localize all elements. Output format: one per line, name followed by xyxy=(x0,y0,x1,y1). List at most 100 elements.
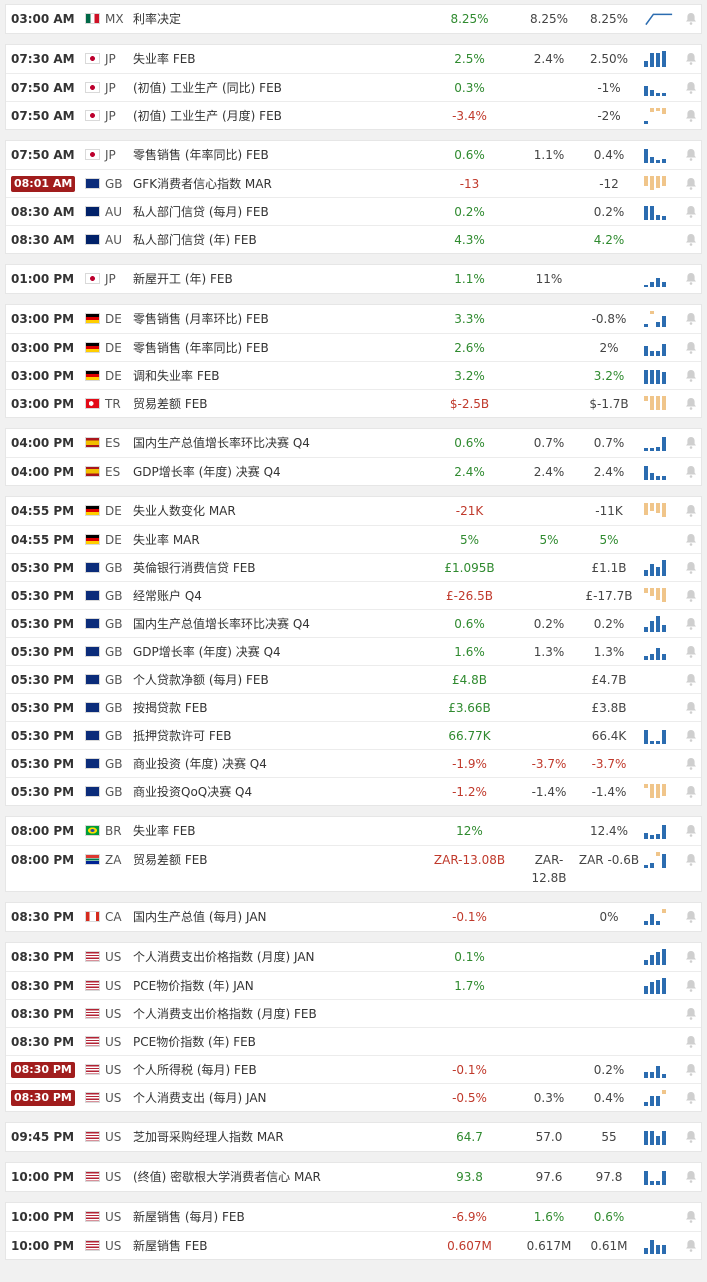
event-row[interactable]: 08:30 PM CA 国内生产总值 (每月) JAN -0.1% 0% xyxy=(6,903,701,931)
event-row[interactable]: 05:30 PM GB 个人贷款净额 (每月) FEB £4.8B £4.7B xyxy=(6,665,701,693)
history-minichart[interactable] xyxy=(644,1169,674,1185)
history-minichart[interactable] xyxy=(644,949,674,965)
event-name[interactable]: 抵押贷款许可 FEB xyxy=(133,722,232,750)
event-name[interactable]: 新屋销售 FEB xyxy=(133,1232,208,1260)
event-row[interactable]: 08:30 PM US 个人所得税 (每月) FEB -0.1% 0.2% xyxy=(6,1055,701,1083)
event-row[interactable]: 04:00 PM ES 国内生产总值增长率环比决赛 Q4 0.6% 0.7% 0.7% xyxy=(6,429,701,457)
history-minichart[interactable] xyxy=(644,340,674,356)
bell-icon[interactable] xyxy=(684,81,698,95)
bell-icon[interactable] xyxy=(684,177,698,191)
history-minichart[interactable] xyxy=(644,396,674,412)
event-row[interactable]: 10:00 PM US 新屋销售 (每月) FEB -6.9% 1.6% 0.6% xyxy=(6,1203,701,1231)
event-name[interactable]: 利率决定 xyxy=(133,5,181,33)
event-name[interactable]: PCE物价指数 (年) JAN xyxy=(133,972,254,1000)
bell-icon[interactable] xyxy=(684,561,698,575)
history-minichart[interactable] xyxy=(644,978,674,994)
event-name[interactable]: 失业率 FEB xyxy=(133,817,196,845)
bell-icon[interactable] xyxy=(684,504,698,518)
event-name[interactable]: (初值) 工业生产 (月度) FEB xyxy=(133,102,282,130)
history-minichart[interactable] xyxy=(644,588,674,604)
history-minichart[interactable] xyxy=(644,728,674,744)
event-name[interactable]: 失业率 MAR xyxy=(133,526,200,554)
event-row[interactable]: 07:50 AM JP (初值) 工业生产 (月度) FEB -3.4% -2% xyxy=(6,101,701,129)
bell-icon[interactable] xyxy=(684,824,698,838)
event-row[interactable]: 08:00 PM ZA 贸易差额 FEB ZAR-13.08B ZAR-12.8B ZAR… xyxy=(6,845,701,891)
bell-icon[interactable] xyxy=(684,148,698,162)
event-row[interactable]: 04:00 PM ES GDP增长率 (年度) 决赛 Q4 2.4% 2.4% 2.4% xyxy=(6,457,701,485)
history-minichart[interactable] xyxy=(644,435,674,451)
bell-icon[interactable] xyxy=(684,272,698,286)
event-row[interactable]: 03:00 PM DE 调和失业率 FEB 3.2% 3.2% xyxy=(6,361,701,389)
bell-icon[interactable] xyxy=(684,757,698,771)
event-row[interactable]: 03:00 PM DE 零售销售 (年率同比) FEB 2.6% 2% xyxy=(6,333,701,361)
event-row[interactable]: 03:00 AM MX 利率决定 8.25% 8.25% 8.25% xyxy=(6,5,701,33)
bell-icon[interactable] xyxy=(684,979,698,993)
event-name[interactable]: PCE物价指数 (年) FEB xyxy=(133,1028,256,1056)
event-name[interactable]: 国内生产总值增长率环比决赛 Q4 xyxy=(133,610,310,638)
history-minichart[interactable] xyxy=(644,176,674,192)
history-minichart[interactable] xyxy=(644,1238,674,1254)
event-row[interactable]: 05:30 PM GB 英倫银行消费信贷 FEB £1.095B £1.1B xyxy=(6,553,701,581)
event-name[interactable]: (终值) 密歇根大学消费者信心 MAR xyxy=(133,1163,321,1191)
event-name[interactable]: 芝加哥采购经理人指数 MAR xyxy=(133,1123,284,1151)
bell-icon[interactable] xyxy=(684,341,698,355)
history-minichart[interactable] xyxy=(644,464,674,480)
history-minichart[interactable] xyxy=(644,784,674,800)
history-minichart[interactable] xyxy=(644,368,674,384)
bell-icon[interactable] xyxy=(684,533,698,547)
event-name[interactable]: 零售销售 (月率环比) FEB xyxy=(133,305,269,333)
history-minichart[interactable] xyxy=(644,852,674,868)
bell-icon[interactable] xyxy=(684,853,698,867)
bell-icon[interactable] xyxy=(684,1035,698,1049)
event-row[interactable]: 05:30 PM GB 按揭贷款 FEB £3.66B £3.8B xyxy=(6,693,701,721)
bell-icon[interactable] xyxy=(684,109,698,123)
event-name[interactable]: 失业率 FEB xyxy=(133,45,196,73)
bell-icon[interactable] xyxy=(684,436,698,450)
history-minichart[interactable] xyxy=(644,311,674,327)
event-row[interactable]: 10:00 PM US (终值) 密歇根大学消费者信心 MAR 93.8 97.6 97.… xyxy=(6,1163,701,1191)
event-row[interactable]: 07:50 AM JP (初值) 工业生产 (同比) FEB 0.3% -1% xyxy=(6,73,701,101)
bell-icon[interactable] xyxy=(684,1130,698,1144)
event-name[interactable]: 贸易差额 FEB xyxy=(133,846,208,874)
history-minichart[interactable] xyxy=(644,644,674,660)
bell-icon[interactable] xyxy=(684,589,698,603)
event-row[interactable]: 05:30 PM GB GDP增长率 (年度) 决赛 Q4 1.6% 1.3% 1.3% xyxy=(6,637,701,665)
bell-icon[interactable] xyxy=(684,205,698,219)
bell-icon[interactable] xyxy=(684,233,698,247)
event-name[interactable]: 私人部门信贷 (年) FEB xyxy=(133,226,257,254)
history-minichart[interactable] xyxy=(644,616,674,632)
trend-sparkline[interactable] xyxy=(644,11,674,27)
bell-icon[interactable] xyxy=(684,729,698,743)
event-row[interactable]: 08:30 PM US PCE物价指数 (年) JAN 1.7% xyxy=(6,971,701,999)
bell-icon[interactable] xyxy=(684,1239,698,1253)
event-row[interactable]: 05:30 PM GB 商业投资 (年度) 决赛 Q4 -1.9% -3.7% -3.7% xyxy=(6,749,701,777)
event-row[interactable]: 08:30 PM US 个人消费支出 (每月) JAN -0.5% 0.3% 0.4% xyxy=(6,1083,701,1111)
bell-icon[interactable] xyxy=(684,910,698,924)
event-name[interactable]: GDP增长率 (年度) 决赛 Q4 xyxy=(133,458,281,486)
bell-icon[interactable] xyxy=(684,617,698,631)
event-row[interactable]: 08:30 PM US PCE物价指数 (年) FEB xyxy=(6,1027,701,1055)
event-row[interactable]: 05:30 PM GB 经常账户 Q4 £-26.5B £-17.7B xyxy=(6,581,701,609)
history-minichart[interactable] xyxy=(644,108,674,124)
event-name[interactable]: 商业投资QoQ决赛 Q4 xyxy=(133,778,252,806)
event-name[interactable]: 新屋开工 (年) FEB xyxy=(133,265,233,293)
event-row[interactable]: 04:55 PM DE 失业率 MAR 5% 5% 5% xyxy=(6,525,701,553)
event-row[interactable]: 05:30 PM GB 国内生产总值增长率环比决赛 Q4 0.6% 0.2% 0.2% xyxy=(6,609,701,637)
bell-icon[interactable] xyxy=(684,950,698,964)
history-minichart[interactable] xyxy=(644,823,674,839)
event-row[interactable]: 08:30 PM US 个人消费支出价格指数 (月度) JAN 0.1% xyxy=(6,943,701,971)
event-row[interactable]: 08:00 PM BR 失业率 FEB 12% 12.4% xyxy=(6,817,701,845)
event-row[interactable]: 10:00 PM US 新屋销售 FEB 0.607M 0.617M 0.61M xyxy=(6,1231,701,1259)
bell-icon[interactable] xyxy=(684,645,698,659)
bell-icon[interactable] xyxy=(684,465,698,479)
bell-icon[interactable] xyxy=(684,52,698,66)
event-name[interactable]: 个人消费支出 (每月) JAN xyxy=(133,1084,267,1112)
event-name[interactable]: 零售销售 (年率同比) FEB xyxy=(133,334,269,362)
event-row[interactable]: 07:50 AM JP 零售销售 (年率同比) FEB 0.6% 1.1% 0.4% xyxy=(6,141,701,169)
event-row[interactable]: 03:00 PM DE 零售销售 (月率环比) FEB 3.3% -0.8% xyxy=(6,305,701,333)
bell-icon[interactable] xyxy=(684,369,698,383)
history-minichart[interactable] xyxy=(644,51,674,67)
event-row[interactable]: 07:30 AM JP 失业率 FEB 2.5% 2.4% 2.50% xyxy=(6,45,701,73)
bell-icon[interactable] xyxy=(684,312,698,326)
event-name[interactable]: 调和失业率 FEB xyxy=(133,362,220,390)
